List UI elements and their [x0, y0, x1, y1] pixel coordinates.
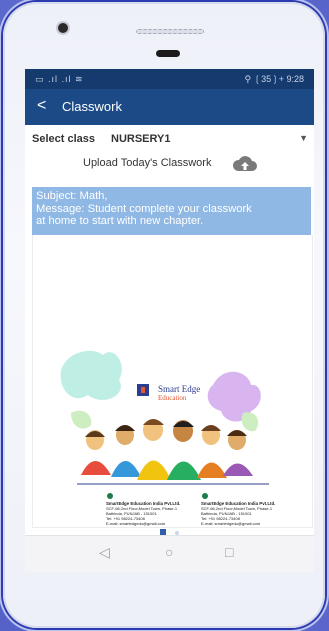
nav-recents-icon[interactable]: □ — [225, 544, 233, 560]
select-class-value[interactable]: NURSERY1 — [111, 133, 171, 145]
proximity-sensor — [156, 50, 180, 57]
classwork-image[interactable]: Smart Edge Education SmartEdge Education… — [32, 235, 313, 528]
message-text-line1: Message: Student complete your classwork — [36, 202, 252, 215]
system-nav-bar: ◁ ○ □ — [25, 535, 314, 572]
phone-screen: ▭ .ıl .ıl ≋ ⚲ ❲35❳+ 9:28 < Classwork Sel… — [25, 69, 314, 572]
front-camera — [58, 23, 68, 33]
back-arrow-icon[interactable]: < — [37, 97, 46, 115]
phone-frame: ▭ .ıl .ıl ≋ ⚲ ❲35❳+ 9:28 < Classwork Sel… — [3, 2, 325, 628]
nav-back-icon[interactable]: ◁ — [99, 544, 110, 561]
cloud-upload-icon[interactable] — [232, 153, 258, 175]
select-class-dropdown[interactable]: Select class NURSERY1 ▼ — [32, 131, 308, 149]
upload-classwork-label[interactable]: Upload Today's Classwork — [83, 157, 211, 169]
dropdown-caret-icon[interactable]: ▼ — [299, 133, 308, 143]
classwork-message: Subject: Math, Message: Student complete… — [32, 187, 311, 235]
page-title: Classwork — [62, 99, 122, 114]
brand-name-top: Smart Edge — [158, 384, 201, 394]
status-icons-left: ▭ .ıl .ıl ≋ — [35, 74, 84, 84]
status-bar: ▭ .ıl .ıl ≋ ⚲ ❲35❳+ 9:28 — [25, 69, 314, 89]
classwork-illustration — [60, 350, 269, 499]
brand-name-bottom: Education — [158, 394, 187, 402]
select-class-label: Select class — [32, 133, 95, 145]
app-bar: < Classwork — [25, 89, 314, 125]
status-icons-right: ⚲ ❲35❳+ 9:28 — [244, 74, 304, 84]
earpiece-speaker — [136, 29, 204, 34]
upload-classwork-row[interactable]: Upload Today's Classwork — [25, 153, 314, 177]
nav-home-icon[interactable]: ○ — [165, 544, 173, 560]
message-text-line2: at home to start with new chapter. — [36, 215, 204, 227]
message-subject: Subject: Math, — [36, 190, 108, 202]
